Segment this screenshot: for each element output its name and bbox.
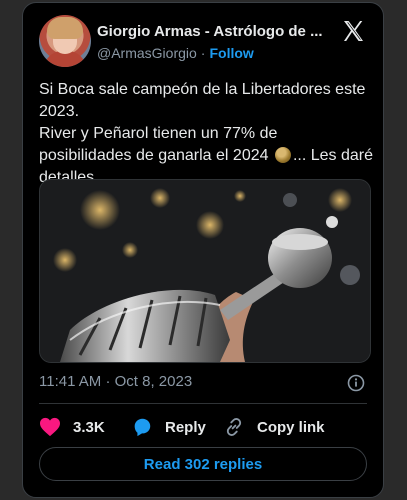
like-button[interactable]: 3.3K xyxy=(39,413,105,441)
tweet-time: 11:41 AM xyxy=(39,373,102,390)
follow-button[interactable]: Follow xyxy=(209,45,253,61)
read-replies-button[interactable]: Read 302 replies xyxy=(39,447,367,481)
tweet-line-2-text: River y Peñarol tienen un 77% de posibil… xyxy=(39,125,278,164)
trophy-photo xyxy=(40,180,370,362)
author-name[interactable]: Giorgio Armas - Astrólogo de ... xyxy=(97,23,337,40)
heart-icon xyxy=(40,417,60,437)
link-icon xyxy=(226,418,242,436)
like-count: 3.3K xyxy=(73,418,105,436)
author-avatar[interactable] xyxy=(39,15,91,67)
divider xyxy=(39,403,367,404)
reply-label: Reply xyxy=(165,418,206,436)
reply-button[interactable]: Reply xyxy=(131,413,206,441)
tweet-header: Giorgio Armas - Astrólogo de ... @ArmasG… xyxy=(39,15,371,69)
author-handle-row: @ArmasGiorgio · Follow xyxy=(97,45,254,61)
info-icon[interactable] xyxy=(347,374,365,392)
tweet-card: Giorgio Armas - Astrólogo de ... @ArmasG… xyxy=(22,2,384,498)
handle-separator: · xyxy=(200,45,206,61)
copy-link-button[interactable]: Copy link xyxy=(223,413,325,441)
reply-bubble-icon xyxy=(134,418,151,437)
tweet-actions: 3.3K Reply Copy link xyxy=(39,413,369,441)
tweet-text: Si Boca sale campeón de la Libertadores … xyxy=(39,79,373,189)
avatar-hair xyxy=(47,17,83,39)
smirk-face-emoji-icon xyxy=(274,147,291,163)
copy-link-label: Copy link xyxy=(257,418,325,436)
timestamp-separator: · xyxy=(105,373,111,390)
author-handle[interactable]: @ArmasGiorgio xyxy=(97,45,197,61)
tweet-timestamp[interactable]: 11:41 AM · Oct 8, 2023 xyxy=(39,373,369,395)
x-logo-icon[interactable] xyxy=(341,19,365,43)
tweet-date: Oct 8, 2023 xyxy=(114,373,193,390)
tweet-media-image[interactable] xyxy=(39,179,371,363)
tweet-line-1: Si Boca sale campeón de la Libertadores … xyxy=(39,81,366,120)
